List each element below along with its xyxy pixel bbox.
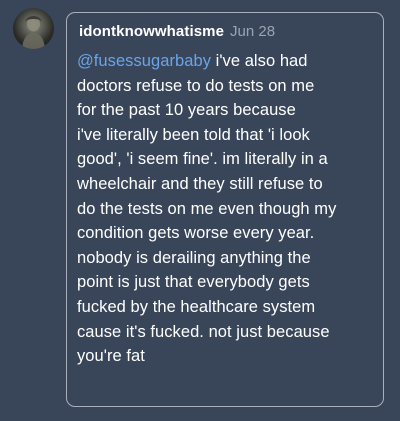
reply-line: doctors refuse to do tests on me [77, 76, 315, 95]
username-link[interactable]: idontknowwhatisme [79, 23, 224, 40]
reply-line: do the tests on me even though my [77, 199, 337, 218]
reply-line: cause it's fucked. not just because [77, 322, 330, 341]
reply-line: fucked by the healthcare system [77, 297, 316, 316]
reply-line: point is just that everybody gets [77, 273, 310, 292]
reply-text: @fusessugarbaby i've also had doctors re… [77, 49, 377, 369]
reply-bubble: idontknowwhatisme Jun 28 @fusessugarbaby … [66, 12, 384, 407]
reply-line: nobody is derailing anything the [77, 248, 311, 267]
reply-header: idontknowwhatisme Jun 28 [79, 22, 275, 42]
reply-line: condition gets worse every year. [77, 224, 315, 243]
reply-line: @fusessugarbaby i've also had [77, 49, 377, 74]
mention-link[interactable]: @fusessugarbaby [77, 52, 211, 70]
avatar-icon [22, 16, 45, 49]
reply-text-fragment: i've also had [211, 52, 308, 70]
avatar[interactable] [13, 8, 54, 49]
reply-line: wheelchair and they still refuse to [77, 174, 323, 193]
reply-page: idontknowwhatisme Jun 28 @fusessugarbaby … [0, 0, 400, 421]
reply-line: for the past 10 years because [77, 101, 296, 120]
reply-date: Jun 28 [230, 23, 276, 40]
reply-line: good', 'i seem fine'. im literally in a [77, 150, 328, 169]
reply-line: i've literally been told that 'i look [77, 125, 310, 144]
reply-line: you're fat [77, 347, 145, 366]
